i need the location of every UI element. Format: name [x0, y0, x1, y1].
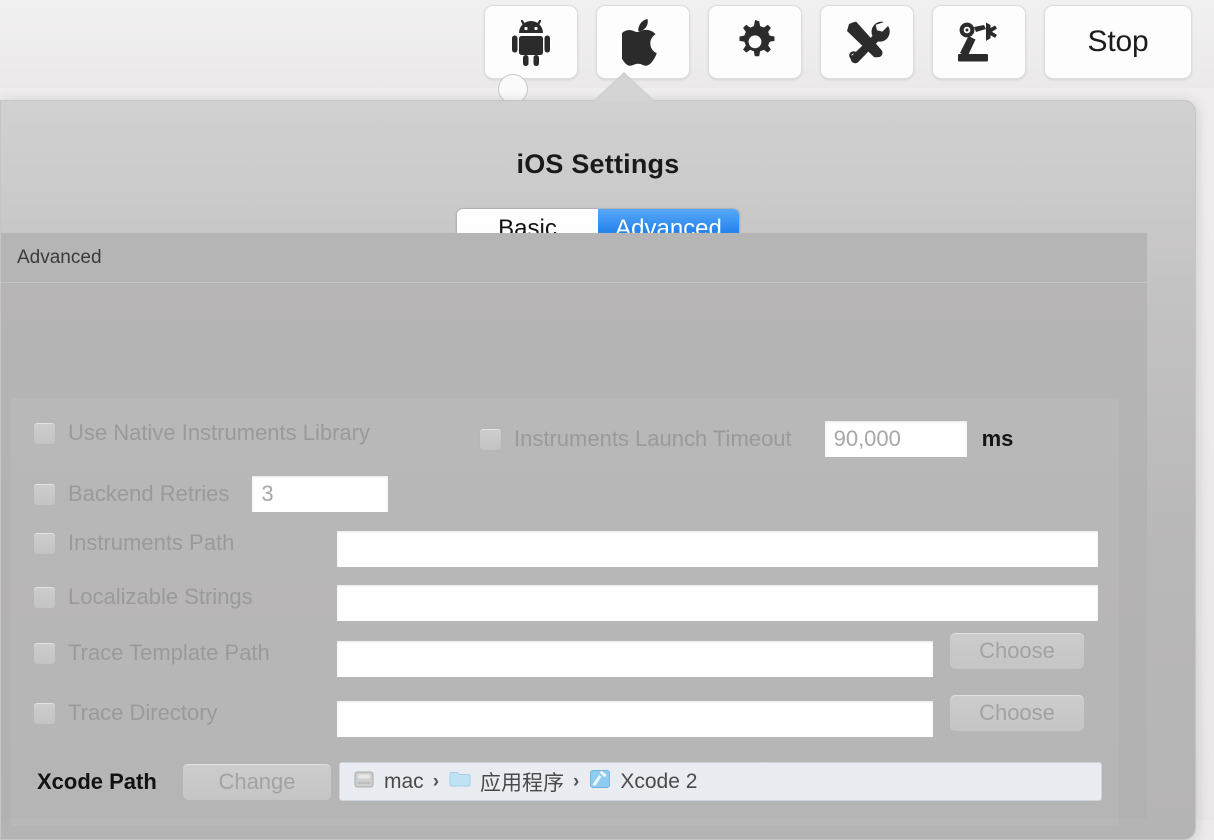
input-trace-directory[interactable]	[336, 700, 934, 738]
apple-button[interactable]	[596, 5, 690, 79]
folder-icon	[448, 767, 472, 797]
android-icon	[509, 18, 553, 66]
advanced-settings-panel: Advanced Use Native Instruments Library …	[1, 233, 1147, 826]
label-instruments-launch-timeout: Instruments Launch Timeout	[514, 426, 792, 451]
xcode-path-breadcrumb[interactable]: mac › 应用程序 › Xcode 2	[339, 762, 1102, 801]
settings-button[interactable]	[708, 5, 802, 79]
breadcrumb-separator-1: ›	[432, 770, 440, 792]
choose-trace-directory-button[interactable]: Choose	[949, 694, 1085, 732]
checkbox-use-native-instruments-library[interactable]	[33, 421, 56, 445]
label-use-native-instruments-library: Use Native Instruments Library	[68, 420, 370, 445]
checkbox-instruments-path[interactable]	[33, 531, 56, 555]
checkbox-trace-template-path[interactable]	[33, 641, 56, 665]
page-title: iOS Settings	[516, 149, 680, 179]
group-divider	[1, 282, 1147, 283]
breadcrumb-separator-2: ›	[573, 770, 580, 792]
hard-drive-icon	[352, 767, 376, 797]
label-trace-template-path: Trace Template Path	[68, 640, 270, 665]
stop-button-label: Stop	[1087, 25, 1149, 58]
label-trace-directory: Trace Directory	[68, 700, 218, 725]
robot-arm-icon	[955, 19, 1003, 65]
breadcrumb-label-mac: mac	[384, 769, 424, 793]
ios-settings-popover: iOS Settings Basic Advanced Advanced Use…	[0, 100, 1196, 840]
tools-icon	[843, 18, 891, 66]
label-instruments-path: Instruments Path	[68, 530, 235, 555]
choose-trace-template-path-button[interactable]: Choose	[949, 632, 1085, 670]
apple-icon	[622, 17, 664, 67]
change-xcode-path-button[interactable]: Change	[182, 763, 332, 801]
input-trace-template-path[interactable]	[336, 640, 934, 678]
checkbox-backend-retries[interactable]	[33, 482, 56, 506]
checkbox-localizable-strings[interactable]	[33, 585, 56, 609]
android-button[interactable]	[484, 5, 578, 79]
input-localizable-strings[interactable]	[336, 584, 1099, 622]
row-backend-retries: Backend Retries 3	[33, 475, 390, 513]
xcode-app-icon	[588, 767, 612, 797]
row-use-native-instruments-library: Use Native Instruments Library	[33, 420, 370, 446]
tools-button[interactable]	[820, 5, 914, 79]
popover-arrow	[592, 72, 656, 102]
group-label: Advanced	[17, 247, 102, 268]
row-instruments-path: Instruments Path	[33, 530, 234, 556]
row-instruments-launch-timeout: Instruments Launch Timeout 90,000 ms	[479, 420, 1013, 458]
row-trace-template-path: Trace Template Path	[33, 640, 270, 666]
breadcrumb-item-applications[interactable]: 应用程序	[448, 767, 564, 797]
breadcrumb-item-mac[interactable]: mac	[352, 767, 424, 797]
breadcrumb-label-xcode: Xcode 2	[620, 769, 698, 793]
input-instruments-launch-timeout[interactable]: 90,000	[823, 420, 968, 458]
row-trace-directory: Trace Directory	[33, 700, 218, 726]
label-localizable-strings: Localizable Strings	[68, 584, 253, 609]
label-xcode-path: Xcode Path	[37, 769, 157, 794]
gear-icon	[731, 18, 779, 66]
breadcrumb-label-applications: 应用程序	[480, 771, 565, 795]
unit-milliseconds: ms	[981, 426, 1014, 451]
row-localizable-strings: Localizable Strings	[33, 584, 253, 610]
robot-arm-button[interactable]	[932, 5, 1026, 79]
checkbox-trace-directory[interactable]	[33, 701, 56, 725]
input-instruments-path[interactable]	[336, 530, 1099, 568]
breadcrumb-item-xcode[interactable]: Xcode 2	[588, 767, 697, 797]
label-backend-retries: Backend Retries	[68, 481, 230, 506]
input-backend-retries[interactable]: 3	[251, 475, 390, 513]
stop-button[interactable]: Stop	[1044, 5, 1192, 79]
checkbox-instruments-launch-timeout[interactable]	[479, 427, 502, 451]
